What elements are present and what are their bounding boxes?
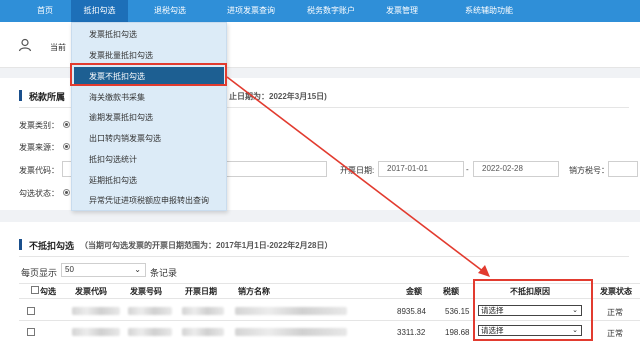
nav-refund-check[interactable]: 退税勾选	[140, 0, 200, 22]
check-status-radio[interactable]	[63, 189, 70, 196]
row-amount: 8935.84	[397, 307, 426, 316]
menu-item-overdue-deduction[interactable]: 逾期发票抵扣勾选	[72, 108, 228, 127]
menu-item-deduction-stats[interactable]: 抵扣勾选统计	[72, 150, 228, 169]
open-date-label: 开票日期:	[340, 166, 375, 175]
user-label: 当前	[50, 43, 66, 52]
menu-item-export-to-domestic[interactable]: 出口转内销发票勾选	[72, 129, 228, 148]
invoice-type-label: 发票类别：	[19, 121, 59, 130]
date-from-input[interactable]: 2017-01-01	[378, 161, 464, 177]
redacted-seller-name	[235, 307, 347, 315]
invoice-code-label: 发票代码：	[19, 166, 59, 175]
page-size-prefix: 每页显示	[21, 268, 58, 278]
highlight-box-menu	[70, 63, 227, 86]
nav-tax-digital-account[interactable]: 税务数字账户	[296, 0, 366, 22]
seller-tax-input[interactable]	[608, 161, 638, 177]
section-no-deduction-note: （当期可勾选发票的开票日期范围为：2017年1月1日-2022年2月28日）	[80, 241, 333, 250]
row-status: 正常	[607, 308, 623, 317]
redacted-invoice-number	[128, 328, 172, 336]
redacted-seller-name	[235, 328, 347, 336]
th-invoice-number: 发票号码	[130, 287, 162, 296]
section-marker	[19, 90, 22, 101]
invoice-type-radio[interactable]	[63, 121, 70, 128]
page-size-suffix: 条记录	[150, 268, 178, 278]
redacted-open-date	[182, 328, 224, 336]
select-all-checkbox[interactable]	[31, 286, 39, 294]
menu-item-deferred-deduction[interactable]: 延期抵扣勾选	[72, 171, 228, 190]
th-tax: 税额	[443, 287, 459, 296]
nav-home[interactable]: 首页	[22, 0, 68, 22]
redacted-invoice-code	[72, 307, 120, 315]
menu-item-customs-collection[interactable]: 海关缴款书采集	[72, 88, 228, 107]
redacted-open-date	[182, 307, 224, 315]
section-marker-2	[19, 239, 22, 250]
separator-band-2	[0, 210, 640, 222]
row-amount: 3311.32	[397, 328, 426, 337]
th-amount: 金额	[406, 287, 422, 296]
row-tax: 198.68	[445, 328, 470, 337]
row-checkbox[interactable]	[27, 328, 35, 336]
th-invoice-status: 发票状态	[600, 287, 632, 296]
redacted-invoice-number	[128, 307, 172, 315]
page-size-select[interactable]: 50 ⌄	[61, 263, 146, 277]
deduction-check-dropdown: 发票抵扣勾选 发票批量抵扣勾选 发票不抵扣勾选 海关缴款书采集 逾期发票抵扣勾选…	[71, 22, 227, 211]
th-seller-name: 销方名称	[238, 287, 270, 296]
nav-deduction-check[interactable]: 抵扣勾选	[71, 0, 128, 22]
invoice-source-label: 发票来源：	[19, 143, 59, 152]
row-status: 正常	[607, 329, 623, 338]
th-invoice-code: 发票代码	[75, 287, 107, 296]
nav-system-tools[interactable]: 系统辅助功能	[444, 0, 534, 22]
chevron-down-icon: ⌄	[134, 265, 141, 274]
page-size-value: 50	[65, 265, 74, 274]
user-icon	[18, 38, 32, 52]
menu-item-abnormal-voucher-query[interactable]: 异常凭证进项税额应申报转出查询	[72, 191, 228, 210]
invoice-source-radio[interactable]	[63, 143, 70, 150]
nav-input-invoice-query[interactable]: 进项发票查询	[216, 0, 286, 22]
section-tax-period-note: 止日期为：2022年3月15日)	[229, 92, 327, 101]
th-open-date: 开票日期	[185, 287, 217, 296]
menu-item-invoice-deduction-check[interactable]: 发票抵扣勾选	[72, 25, 228, 44]
seller-tax-label: 销方税号：	[569, 166, 609, 175]
divider-2	[19, 256, 629, 257]
nav-invoice-management[interactable]: 发票管理	[372, 0, 432, 22]
highlight-box-reason-column	[473, 279, 593, 341]
redacted-invoice-code	[72, 328, 120, 336]
check-status-label: 勾选状态：	[19, 189, 59, 198]
date-separator: -	[466, 165, 469, 174]
row-tax: 536.15	[445, 307, 470, 316]
section-no-deduction-title: 不抵扣勾选	[29, 241, 75, 251]
section-tax-period-title: 税款所属	[29, 92, 66, 102]
th-check: 勾选	[40, 287, 56, 296]
date-to-input[interactable]: 2022-02-28	[473, 161, 559, 177]
top-nav: 首页 抵扣勾选 退税勾选 进项发票查询 税务数字账户 发票管理 系统辅助功能	[0, 0, 640, 22]
row-checkbox[interactable]	[27, 307, 35, 315]
